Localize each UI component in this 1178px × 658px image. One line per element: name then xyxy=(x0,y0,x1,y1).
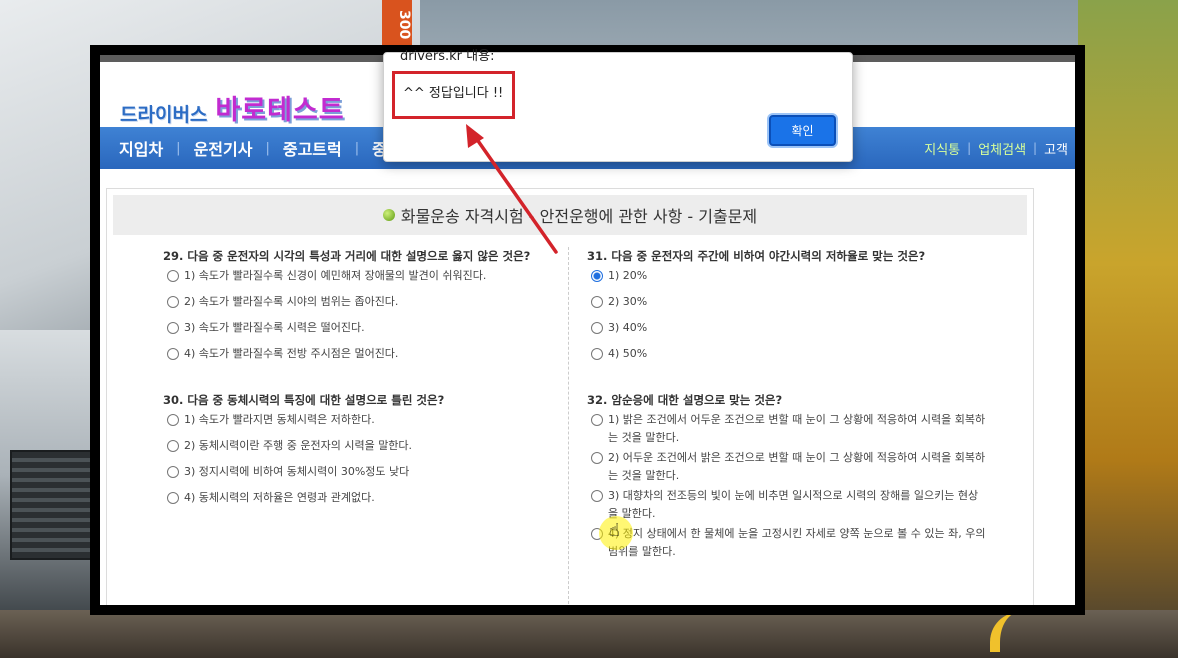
option-label: 3) 대향차의 전조등의 빛이 눈에 비추면 일시적으로 시력의 장해를 일으키… xyxy=(608,489,979,520)
logo-big-text: 바로테스트 xyxy=(215,95,345,126)
logo-small-text: 드라이버스 xyxy=(120,104,208,126)
question-32: 32. 암순응에 대한 설명으로 맞는 것은? xyxy=(587,393,783,407)
radio-button[interactable] xyxy=(591,452,603,464)
nav-item-used-truck[interactable]: 중고트럭 xyxy=(270,136,355,160)
question-29: 29. 다음 중 운전자의 시각의 특성과 거리에 대한 설명으로 옳지 않은 … xyxy=(163,249,531,263)
alert-message: ^^ 정답입니다 !! xyxy=(403,86,504,101)
nav-link-customer[interactable]: 고객 xyxy=(1037,139,1075,158)
option-label: 2) 동체시력이란 주행 중 운전자의 시력을 말한다. xyxy=(184,439,413,452)
option-label: 1) 속도가 빨라질수록 신경이 예민해져 장애물의 발견이 쉬워진다. xyxy=(184,269,487,282)
radio-button[interactable] xyxy=(167,348,179,360)
radio-button[interactable] xyxy=(591,296,603,308)
radio-button[interactable] xyxy=(167,440,179,452)
site-logo[interactable]: 드라이버스 바로테스트 xyxy=(120,77,345,127)
column-divider xyxy=(568,247,569,605)
q30-option-3[interactable]: 3) 정지시력에 비하여 동체시력이 30%정도 낮다 xyxy=(163,463,563,481)
exam-title-bar: 화물운송 자격시험 - 안전운행에 관한 사항 - 기출문제 xyxy=(113,195,1027,235)
option-label: 2) 30% xyxy=(608,295,648,308)
q32-option-1[interactable]: 1) 밝은 조건에서 어두운 조건으로 변할 때 눈이 그 상황에 적응하여 시… xyxy=(587,411,987,447)
radio-button[interactable] xyxy=(591,490,603,502)
radio-button[interactable] xyxy=(591,414,603,426)
question-30: 30. 다음 중 동체시력의 특징에 대한 설명으로 틀린 것은? xyxy=(163,393,445,407)
nav-link-knowledge[interactable]: 지식통 xyxy=(917,139,967,158)
q29-option-3[interactable]: 3) 속도가 빨라질수록 시력은 떨어진다. xyxy=(163,319,563,337)
alert-ok-button[interactable]: 확인 xyxy=(769,115,836,146)
q31-option-2[interactable]: 2) 30% xyxy=(587,293,987,311)
right-column: 31. 다음 중 운전자의 주간에 비하여 야간시력의 저하율로 맞는 것은? … xyxy=(587,247,987,561)
truck-sticker: 300 xyxy=(382,0,412,50)
radio-button[interactable] xyxy=(591,322,603,334)
left-column: 29. 다음 중 운전자의 시각의 특성과 거리에 대한 설명으로 옳지 않은 … xyxy=(163,247,563,507)
q31-option-3[interactable]: 3) 40% xyxy=(587,319,987,337)
q29-option-1[interactable]: 1) 속도가 빨라질수록 신경이 예민해져 장애물의 발견이 쉬워진다. xyxy=(163,267,563,285)
nav-item-driver[interactable]: 운전기사 xyxy=(181,136,266,160)
q30-option-1[interactable]: 1) 속도가 빨라지면 동체시력은 저하한다. xyxy=(163,411,563,429)
alert-message-highlight: ^^ 정답입니다 !! xyxy=(392,71,515,119)
option-label: 2) 속도가 빨라질수록 시야의 범위는 좁아진다. xyxy=(184,295,399,308)
option-label: 2) 어두운 조건에서 밝은 조건으로 변할 때 눈이 그 상황에 적응하여 시… xyxy=(608,451,986,482)
q30-option-4[interactable]: 4) 동체시력의 저하율은 연령과 관계없다. xyxy=(163,489,563,507)
q30-option-2[interactable]: 2) 동체시력이란 주행 중 운전자의 시력을 말한다. xyxy=(163,437,563,455)
option-label: 4) 50% xyxy=(608,347,648,360)
radio-button[interactable] xyxy=(167,466,179,478)
option-label: 4) 정지 상태에서 한 물체에 눈을 고정시킨 자세로 양쪽 눈으로 볼 수 … xyxy=(608,527,986,558)
background-trees xyxy=(1078,0,1178,658)
radio-button[interactable] xyxy=(167,492,179,504)
option-label: 3) 정지시력에 비하여 동체시력이 30%정도 낮다 xyxy=(184,465,410,478)
radio-button-checked[interactable] xyxy=(591,270,603,282)
radio-button[interactable] xyxy=(591,348,603,360)
alert-dialog: drivers.kr 내용: ^^ 정답입니다 !! 확인 xyxy=(383,49,853,162)
option-label: 4) 속도가 빨라질수록 전방 주시점은 멀어진다. xyxy=(184,347,399,360)
q29-option-2[interactable]: 2) 속도가 빨라질수록 시야의 범위는 좁아진다. xyxy=(163,293,563,311)
nav-item-jiipcha[interactable]: 지입차 xyxy=(106,136,176,160)
radio-button[interactable] xyxy=(167,414,179,426)
hand-pointer-icon: ☝ xyxy=(609,520,620,541)
option-label: 4) 동체시력의 저하율은 연령과 관계없다. xyxy=(184,491,375,504)
radio-button[interactable] xyxy=(167,296,179,308)
question-31: 31. 다음 중 운전자의 주간에 비하여 야간시력의 저하율로 맞는 것은? xyxy=(587,249,926,263)
option-label: 3) 속도가 빨라질수록 시력은 떨어진다. xyxy=(184,321,365,334)
exam-content: 화물운송 자격시험 - 안전운행에 관한 사항 - 기출문제 29. 다음 중 … xyxy=(106,188,1034,605)
truck-grille xyxy=(10,450,95,560)
q31-option-4[interactable]: 4) 50% xyxy=(587,345,987,363)
option-label: 3) 40% xyxy=(608,321,648,334)
q32-option-3[interactable]: 3) 대향차의 전조등의 빛이 눈에 비추면 일시적으로 시력의 장해를 일으키… xyxy=(587,487,987,523)
green-dot-icon xyxy=(382,209,395,221)
nav-link-company-search[interactable]: 업체검색 xyxy=(971,139,1033,158)
alert-title: drivers.kr 내용: xyxy=(400,49,495,64)
q32-option-2[interactable]: 2) 어두운 조건에서 밝은 조건으로 변할 때 눈이 그 상황에 적응하여 시… xyxy=(587,449,987,485)
radio-button[interactable] xyxy=(167,270,179,282)
nav-right-links: 지식통 | 업체검색 | 고객 xyxy=(917,127,1075,169)
option-label: 1) 20% xyxy=(608,269,648,282)
radio-button[interactable] xyxy=(167,322,179,334)
option-label: 1) 속도가 빨라지면 동체시력은 저하한다. xyxy=(184,413,375,426)
q31-option-1[interactable]: 1) 20% xyxy=(587,267,987,285)
q29-option-4[interactable]: 4) 속도가 빨라질수록 전방 주시점은 멀어진다. xyxy=(163,345,563,363)
page-title: 화물운송 자격시험 - 안전운행에 관한 사항 - 기출문제 xyxy=(400,207,758,226)
option-label: 1) 밝은 조건에서 어두운 조건으로 변할 때 눈이 그 상황에 적응하여 시… xyxy=(608,413,986,444)
q32-option-4[interactable]: 4) 정지 상태에서 한 물체에 눈을 고정시킨 자세로 양쪽 눈으로 볼 수 … xyxy=(587,525,987,561)
